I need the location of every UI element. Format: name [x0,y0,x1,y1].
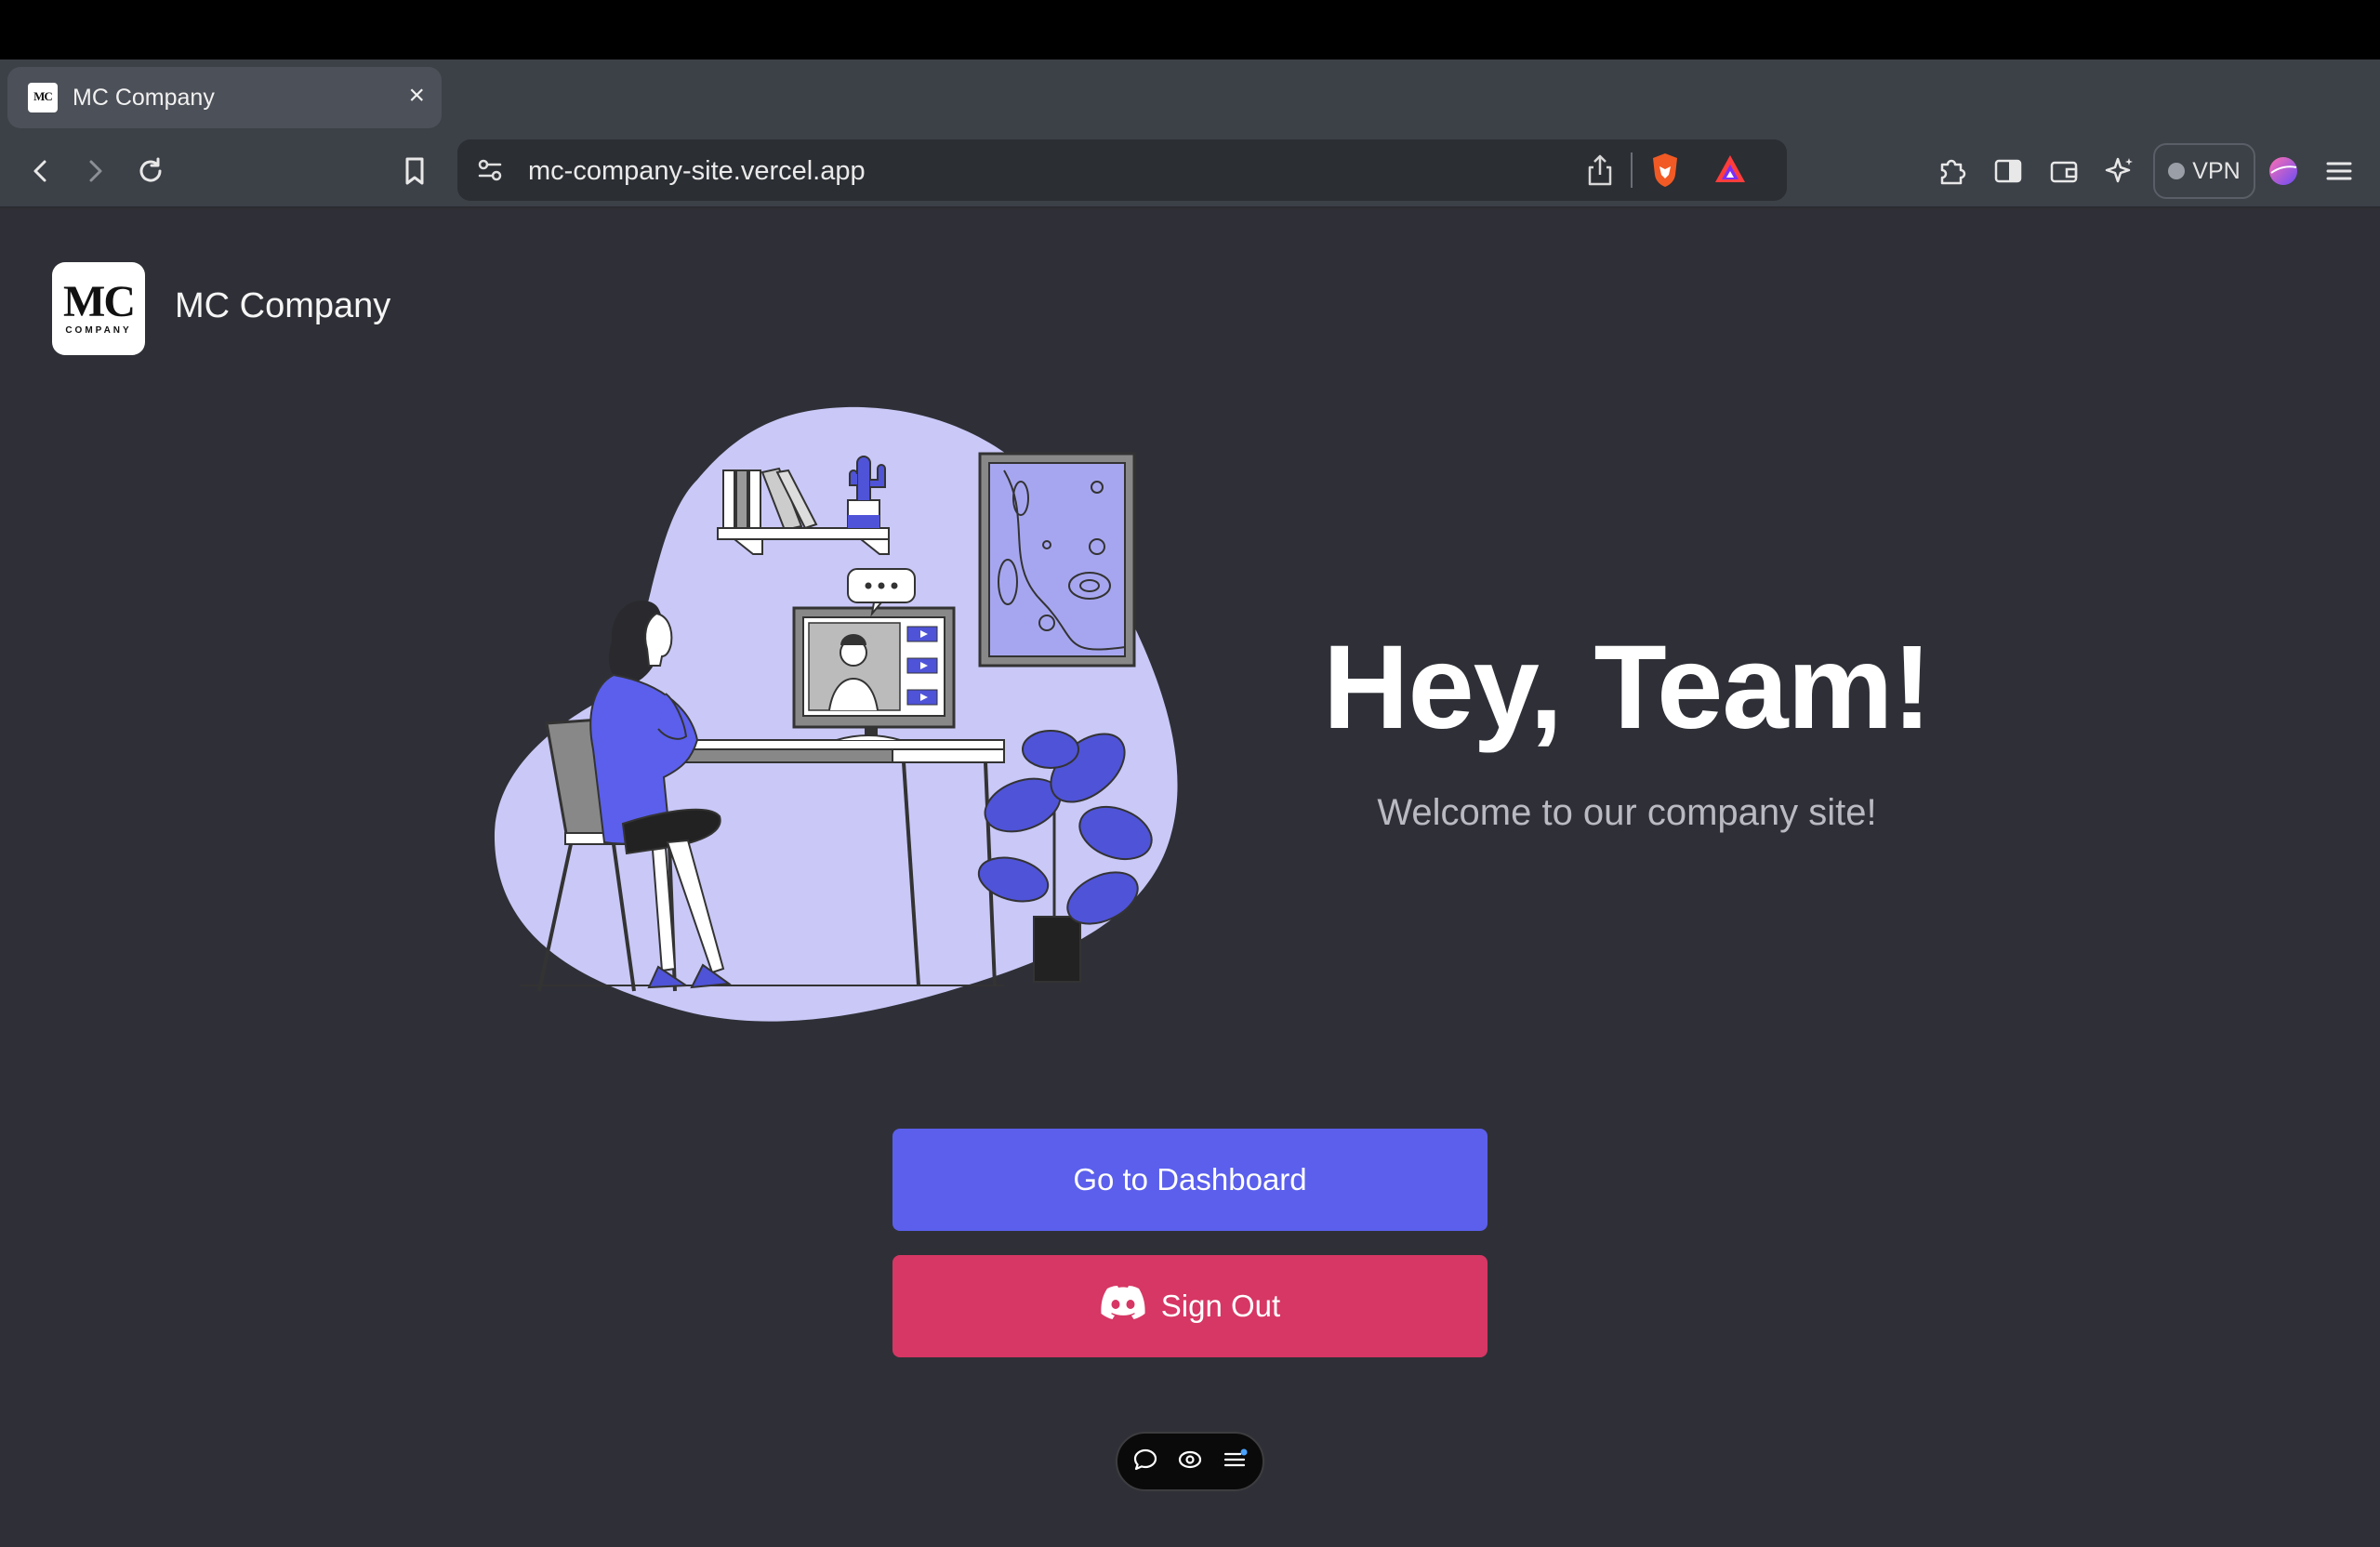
address-divider [1631,152,1633,188]
vpn-button[interactable]: VPN [2153,143,2255,199]
list-icon[interactable] [1222,1447,1248,1477]
forward-icon[interactable] [76,152,113,190]
hero-subtitle: Welcome to our company site! [1377,792,1877,833]
floating-toolbar [1116,1432,1264,1491]
page-content: MC COMPANY MC Company Hey, Team! Welcome… [0,210,2380,1547]
hero-title: Hey, Team! [1323,621,1932,754]
sign-out-button-label: Sign Out [1160,1289,1281,1323]
tab-strip: MC MC Company × + [0,60,2380,175]
vpn-label: VPN [2192,157,2241,184]
browser-toolbar: mc-company-site.vercel.app VPN [0,134,2380,208]
tab-title: MC Company [73,85,215,111]
extensions-icon[interactable] [1934,152,1971,190]
dashboard-button-label: Go to Dashboard [1073,1162,1307,1197]
back-icon[interactable] [22,152,60,190]
address-bar[interactable]: mc-company-site.vercel.app [457,139,1787,201]
logo-main-text: MC [63,277,136,326]
share-icon[interactable] [1584,152,1616,192]
discord-icon [1100,1285,1146,1328]
vpn-status-icon [2168,163,2186,179]
wall-art-frame [978,452,1136,668]
wallet-icon[interactable] [2045,152,2082,190]
company-logo[interactable]: MC COMPANY [52,262,145,355]
leo-ai-icon[interactable] [2101,152,2138,190]
url-text: mc-company-site.vercel.app [528,156,866,186]
menu-icon[interactable] [2320,152,2358,190]
sidebar-icon[interactable] [1990,152,2027,190]
profile-icon[interactable] [2265,152,2302,190]
close-icon[interactable]: × [408,80,425,112]
brave-rewards-icon[interactable] [1712,152,1748,191]
comment-icon[interactable] [1132,1447,1158,1477]
brand-name[interactable]: MC Company [175,286,390,326]
window-top-bar [0,0,2380,60]
eye-icon[interactable] [1177,1447,1203,1477]
remote-work-illustration [494,406,1178,1022]
computer-monitor [792,606,956,741]
bookmark-icon[interactable] [396,152,433,190]
brave-shield-icon[interactable] [1647,151,1683,194]
reload-icon[interactable] [132,152,169,190]
logo-sub-text: COMPANY [65,325,132,336]
tab-mc-company[interactable]: MC MC Company × [7,67,442,128]
site-settings-icon[interactable] [474,154,506,191]
tab-favicon: MC [28,83,58,112]
go-to-dashboard-button[interactable]: Go to Dashboard [892,1129,1488,1231]
sign-out-button[interactable]: Sign Out [892,1255,1488,1357]
